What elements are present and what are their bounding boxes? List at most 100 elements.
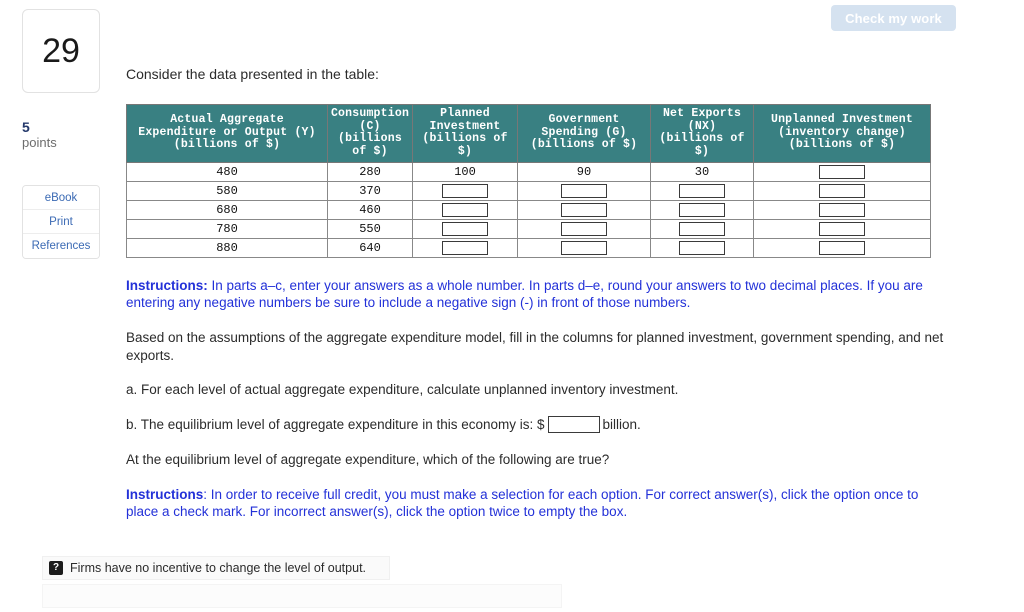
net-exports-input-row3[interactable] bbox=[679, 203, 725, 218]
cell-consumption: 370 bbox=[327, 181, 413, 202]
paragraph-fill-columns: Based on the assumptions of the aggregat… bbox=[126, 330, 944, 363]
question-number-box: 29 bbox=[22, 9, 100, 93]
points-label: points bbox=[22, 135, 57, 150]
table-header-row: Actual Aggregate Expenditure or Output (… bbox=[126, 103, 931, 164]
option-row-partial[interactable] bbox=[42, 584, 562, 608]
net-exports-input-row5[interactable] bbox=[679, 241, 725, 256]
col-header-unplanned-investment: Unplanned Investment (inventory change) … bbox=[753, 103, 931, 164]
cell-consumption: 280 bbox=[327, 162, 413, 183]
government-spending-input-row3[interactable] bbox=[561, 203, 607, 218]
planned-investment-input-row3[interactable] bbox=[442, 203, 488, 218]
option-row-firms-no-incentive[interactable]: ? Firms have no incentive to change the … bbox=[42, 556, 390, 580]
cell-planned-investment bbox=[412, 200, 518, 221]
cell-output: 680 bbox=[126, 200, 328, 221]
part-a-text: a. For each level of actual aggregate ex… bbox=[126, 382, 679, 397]
question-sidebar: 29 5 points eBook Print References bbox=[0, 0, 120, 594]
header-line: (billions of $) bbox=[788, 138, 896, 152]
cell-unplanned-investment bbox=[753, 200, 931, 221]
cell-net-exports bbox=[650, 200, 754, 221]
col-header-actual-aggregate-expenditure: Actual Aggregate Expenditure or Output (… bbox=[126, 103, 328, 164]
part-b-prefix: b. The equilibrium level of aggregate ex… bbox=[126, 417, 545, 432]
header-line: Government bbox=[548, 113, 620, 127]
col-header-planned-investment: Planned Investment (billions of $) bbox=[412, 103, 518, 164]
government-spending-input-row5[interactable] bbox=[561, 241, 607, 256]
check-my-work-button[interactable]: Check my work bbox=[831, 5, 956, 31]
table-row: 780 550 bbox=[126, 219, 931, 240]
unplanned-investment-input-row1[interactable] bbox=[819, 165, 865, 180]
cell-unplanned-investment bbox=[753, 238, 931, 259]
points-block: 5 points bbox=[22, 120, 112, 151]
header-line: $) bbox=[694, 144, 710, 158]
header-line: (billions bbox=[338, 132, 402, 146]
instructions-label: Instructions bbox=[126, 487, 204, 502]
cell-output: 480 bbox=[126, 162, 328, 183]
instructions-selection: Instructions: In order to receive full c… bbox=[126, 486, 926, 520]
cell-net-exports bbox=[650, 181, 754, 202]
cell-output: 780 bbox=[126, 219, 328, 240]
header-line: Consumption bbox=[330, 107, 410, 120]
header-line: (billions of bbox=[422, 132, 508, 146]
unplanned-investment-input-row4[interactable] bbox=[819, 222, 865, 237]
ebook-button[interactable]: eBook bbox=[23, 186, 99, 210]
cell-unplanned-investment bbox=[753, 181, 931, 202]
header-line: (billions of $) bbox=[530, 138, 638, 152]
print-button[interactable]: Print bbox=[23, 210, 99, 234]
net-exports-input-row4[interactable] bbox=[679, 222, 725, 237]
col-header-government-spending: Government Spending (G) (billions of $) bbox=[517, 103, 651, 164]
planned-investment-input-row5[interactable] bbox=[442, 241, 488, 256]
header-line: (billions of $) bbox=[173, 138, 281, 152]
cell-consumption: 640 bbox=[327, 238, 413, 259]
option-list: ? Firms have no incentive to change the … bbox=[42, 556, 562, 612]
unplanned-investment-input-row2[interactable] bbox=[819, 184, 865, 199]
references-button[interactable]: References bbox=[23, 234, 99, 258]
unplanned-investment-input-row5[interactable] bbox=[819, 241, 865, 256]
header-line: Planned bbox=[440, 107, 490, 120]
cell-planned-investment bbox=[412, 238, 518, 259]
lead-line: Consider the data presented in the table… bbox=[126, 66, 379, 82]
cell-net-exports bbox=[650, 219, 754, 240]
cell-government-spending bbox=[517, 181, 651, 202]
cell-planned-investment bbox=[412, 219, 518, 240]
planned-investment-input-row2[interactable] bbox=[442, 184, 488, 199]
government-spending-input-row4[interactable] bbox=[561, 222, 607, 237]
table-row: 580 370 bbox=[126, 181, 931, 202]
table-row: 680 460 bbox=[126, 200, 931, 221]
col-header-net-exports: Net Exports (NX) (billions of $) bbox=[650, 103, 754, 164]
cell-net-exports bbox=[650, 238, 754, 259]
cell-government-spending bbox=[517, 200, 651, 221]
cell-output: 880 bbox=[126, 238, 328, 259]
question-mark-icon[interactable]: ? bbox=[49, 561, 63, 575]
cell-output: 580 bbox=[126, 181, 328, 202]
planned-investment-input-row4[interactable] bbox=[442, 222, 488, 237]
instructions-label: Instructions: bbox=[126, 278, 208, 293]
cell-consumption: 550 bbox=[327, 219, 413, 240]
cell-planned-investment: 100 bbox=[412, 162, 518, 183]
resource-button-group: eBook Print References bbox=[22, 185, 100, 259]
cell-planned-investment bbox=[412, 181, 518, 202]
instructions-numeric-format: Instructions: In parts a–c, enter your a… bbox=[126, 277, 962, 311]
instructions-text: : In order to receive full credit, you m… bbox=[126, 487, 919, 519]
header-line: Actual Aggregate bbox=[170, 113, 284, 127]
cell-net-exports: 30 bbox=[650, 162, 754, 183]
header-line: Unplanned Investment bbox=[770, 113, 914, 127]
points-value: 5 bbox=[22, 119, 30, 135]
aggregate-expenditure-table: Actual Aggregate Expenditure or Output (… bbox=[126, 103, 931, 259]
government-spending-input-row2[interactable] bbox=[561, 184, 607, 199]
question-number: 29 bbox=[42, 32, 80, 70]
cell-unplanned-investment bbox=[753, 162, 931, 183]
unplanned-investment-input-row3[interactable] bbox=[819, 203, 865, 218]
cell-government-spending bbox=[517, 219, 651, 240]
header-line: $) bbox=[457, 144, 473, 158]
cell-consumption: 460 bbox=[327, 200, 413, 221]
cell-government-spending bbox=[517, 238, 651, 259]
equilibrium-expenditure-input[interactable] bbox=[547, 415, 600, 433]
header-line: of $) bbox=[352, 144, 388, 158]
header-line: (billions of bbox=[659, 132, 745, 146]
part-b-row: b. The equilibrium level of aggregate ex… bbox=[126, 415, 956, 434]
equilibrium-question-text: At the equilibrium level of aggregate ex… bbox=[126, 452, 610, 467]
option-label: Firms have no incentive to change the le… bbox=[70, 561, 367, 575]
net-exports-input-row2[interactable] bbox=[679, 184, 725, 199]
col-header-consumption: Consumption (C) (billions of $) bbox=[327, 103, 413, 164]
part-b-suffix: billion. bbox=[602, 417, 641, 432]
table-row: 880 640 bbox=[126, 238, 931, 259]
